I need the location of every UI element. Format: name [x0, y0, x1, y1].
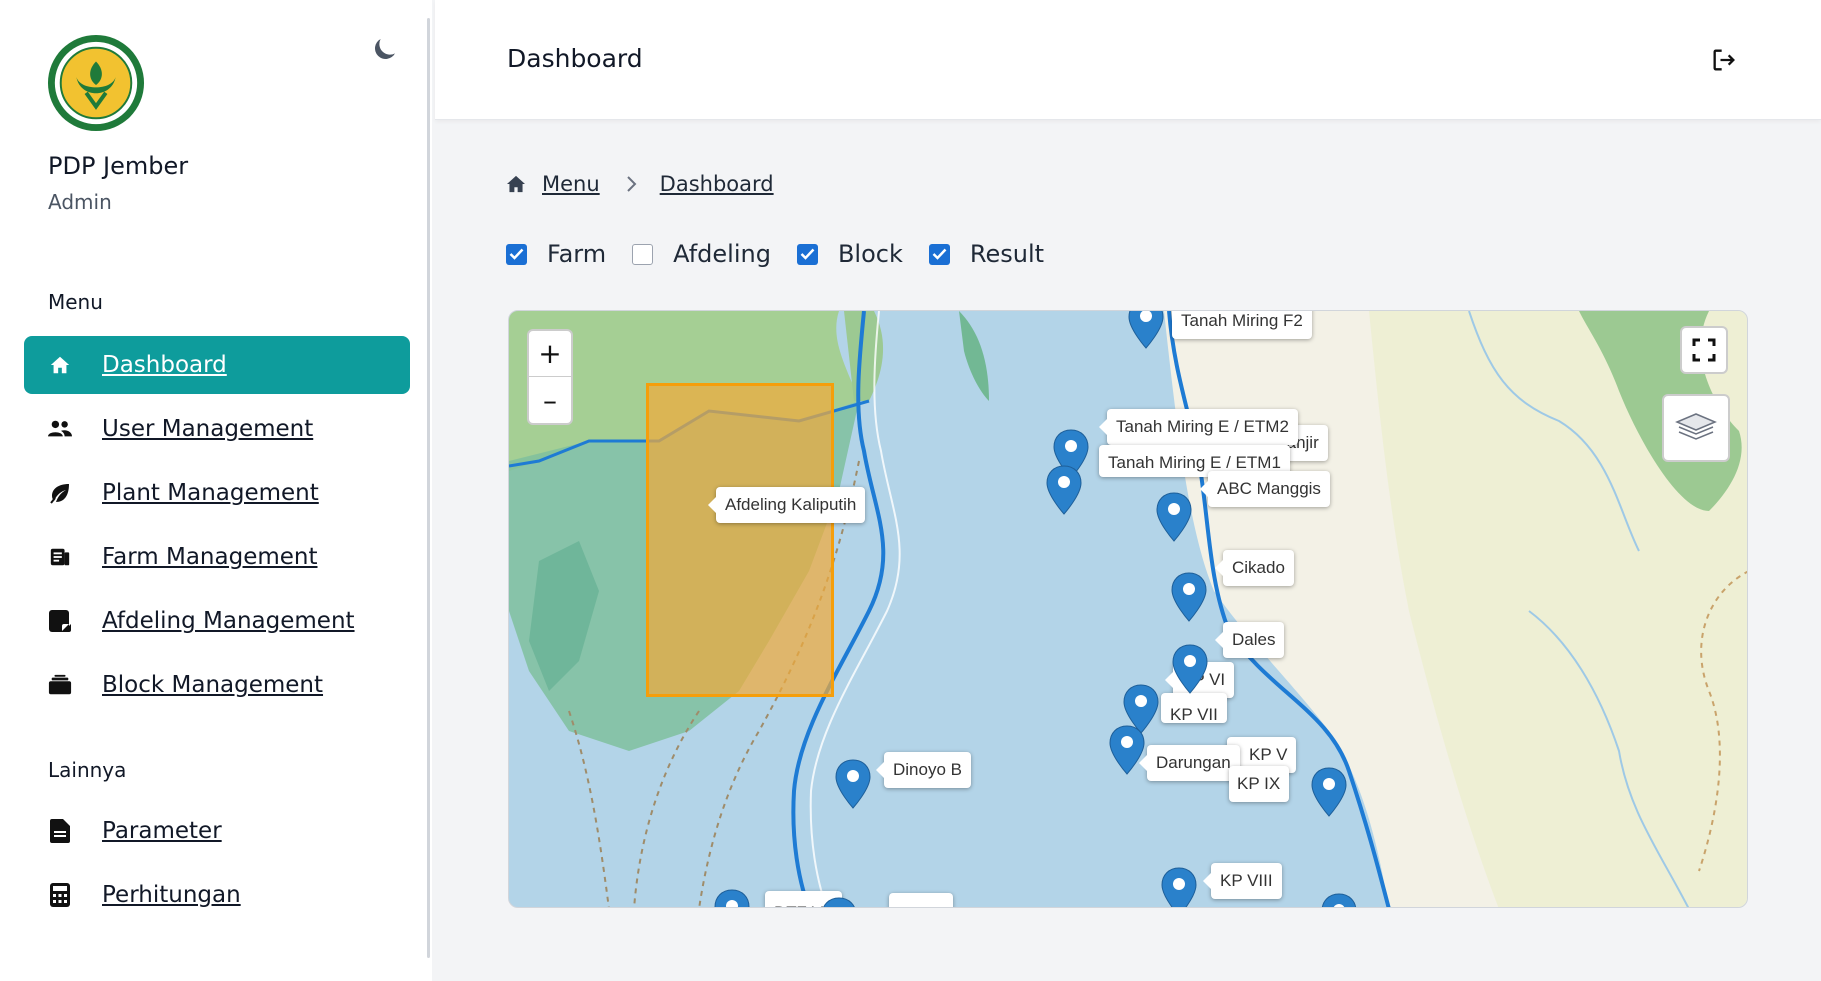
block-layer-label: Block [837, 240, 903, 268]
sidebar-item-label: User Management [102, 416, 314, 442]
marker-label: Cikado [1215, 550, 1294, 586]
calculator-icon [48, 883, 72, 907]
marker-label: KP VII [1161, 693, 1227, 723]
marker-label: Dales [1214, 622, 1285, 658]
farm-icon [48, 545, 72, 569]
sidebar-item-label: Afdeling Management [102, 608, 355, 634]
marker-label: KP VIII [1203, 863, 1282, 899]
map-marker-pin[interactable] [1161, 867, 1197, 908]
chevron-right-icon [626, 175, 638, 193]
sidebar: PDP Jember Admin Menu Dashboard User Man… [0, 0, 432, 981]
fullscreen-button[interactable] [1680, 326, 1728, 374]
marker-label: Tanah Miring F2 [1172, 311, 1312, 339]
org-name: PDP Jember [48, 152, 189, 180]
map-marker-pin[interactable] [1171, 572, 1207, 622]
map-marker-pin[interactable] [1046, 465, 1082, 515]
map-marker-pin[interactable] [835, 759, 871, 809]
marker-label-unnamed [889, 893, 953, 907]
map-view[interactable]: + – Afdeling Kaliputih Tanah Miring F2 E… [508, 310, 1748, 908]
sidebar-item-perhitungan[interactable]: Perhitungan [24, 866, 410, 924]
logout-icon[interactable] [1710, 46, 1738, 74]
box-icon [48, 673, 72, 697]
result-layer-label: Result [969, 240, 1045, 268]
map-marker-pin[interactable] [1156, 492, 1192, 542]
afdeling-layer-toggle[interactable]: Afdeling [632, 240, 771, 268]
sidebar-item-label: Block Management [102, 672, 324, 698]
sidebar-item-label: Farm Management [102, 544, 318, 570]
leaf-icon [48, 481, 72, 505]
sidebar-item-plant-management[interactable]: Plant Management [24, 464, 410, 522]
menu-section-title: Menu [48, 290, 103, 314]
top-header: Dashboard [435, 0, 1821, 120]
home-icon [507, 175, 525, 193]
zoom-control: + – [527, 329, 573, 425]
moon-icon[interactable] [370, 34, 400, 64]
sidebar-scrollbar[interactable] [427, 18, 430, 958]
marker-label: Darungan [1139, 745, 1240, 781]
marker-label: Tanah Miring E / ETM2 [1099, 409, 1298, 445]
sidebar-item-block-management[interactable]: Block Management [24, 656, 410, 714]
farm-layer-toggle[interactable]: Farm [506, 240, 606, 268]
sidebar-item-afdeling-management[interactable]: Afdeling Management [24, 592, 410, 650]
file-icon [48, 819, 72, 843]
zoom-out-button[interactable]: – [529, 377, 571, 423]
layer-toggles: Farm Afdeling Block Result [506, 240, 1070, 268]
other-section-title: Lainnya [48, 758, 127, 782]
marker-label: Dinoyo B [876, 752, 971, 788]
map-marker-pin[interactable] [714, 889, 750, 908]
afdeling-checkbox[interactable] [632, 243, 654, 265]
zoom-in-button[interactable]: + [529, 331, 571, 377]
note-icon [48, 609, 72, 633]
sidebar-item-farm-management[interactable]: Farm Management [24, 528, 410, 586]
map-marker-pin[interactable] [821, 897, 857, 908]
map-marker-pin[interactable] [1321, 893, 1357, 908]
sidebar-item-parameter[interactable]: Parameter [24, 802, 410, 860]
sidebar-item-label: Plant Management [102, 480, 319, 506]
afdeling-layer-label: Afdeling [673, 240, 771, 268]
map-marker-pin[interactable] [1172, 644, 1208, 694]
sidebar-item-label: Dashboard [102, 352, 227, 378]
farm-layer-label: Farm [547, 240, 607, 268]
page-title: Dashboard [507, 44, 643, 73]
map-marker-pin[interactable] [1128, 310, 1164, 349]
map-marker-pin[interactable] [1311, 767, 1347, 817]
afdeling-polygon[interactable] [646, 383, 834, 697]
sidebar-item-user-management[interactable]: User Management [24, 400, 410, 458]
breadcrumb-dashboard-link[interactable]: Dashboard [660, 172, 774, 196]
block-checkbox[interactable] [796, 243, 818, 265]
sidebar-item-label: Parameter [102, 818, 222, 844]
fullscreen-icon [1692, 338, 1716, 362]
company-logo [47, 34, 145, 132]
sidebar-item-label: Perhitungan [102, 882, 241, 908]
marker-label: ABC Manggis [1200, 471, 1330, 507]
marker-label: KP IX [1229, 766, 1290, 802]
result-checkbox[interactable] [928, 243, 950, 265]
block-layer-toggle[interactable]: Block [796, 240, 903, 268]
users-icon [48, 417, 72, 441]
layers-button[interactable] [1662, 394, 1730, 462]
layers-icon [1675, 413, 1717, 440]
farm-checkbox[interactable] [506, 243, 527, 265]
afdeling-tooltip: Afdeling Kaliputih [707, 487, 866, 523]
result-layer-toggle[interactable]: Result [928, 240, 1045, 268]
breadcrumb-menu-link[interactable]: Menu [542, 172, 600, 196]
org-role: Admin [48, 190, 112, 214]
breadcrumb: Menu Dashboard [506, 172, 774, 196]
sidebar-item-dashboard[interactable]: Dashboard [24, 336, 410, 394]
home-icon [48, 353, 72, 377]
map-marker-pin[interactable] [1109, 725, 1145, 775]
